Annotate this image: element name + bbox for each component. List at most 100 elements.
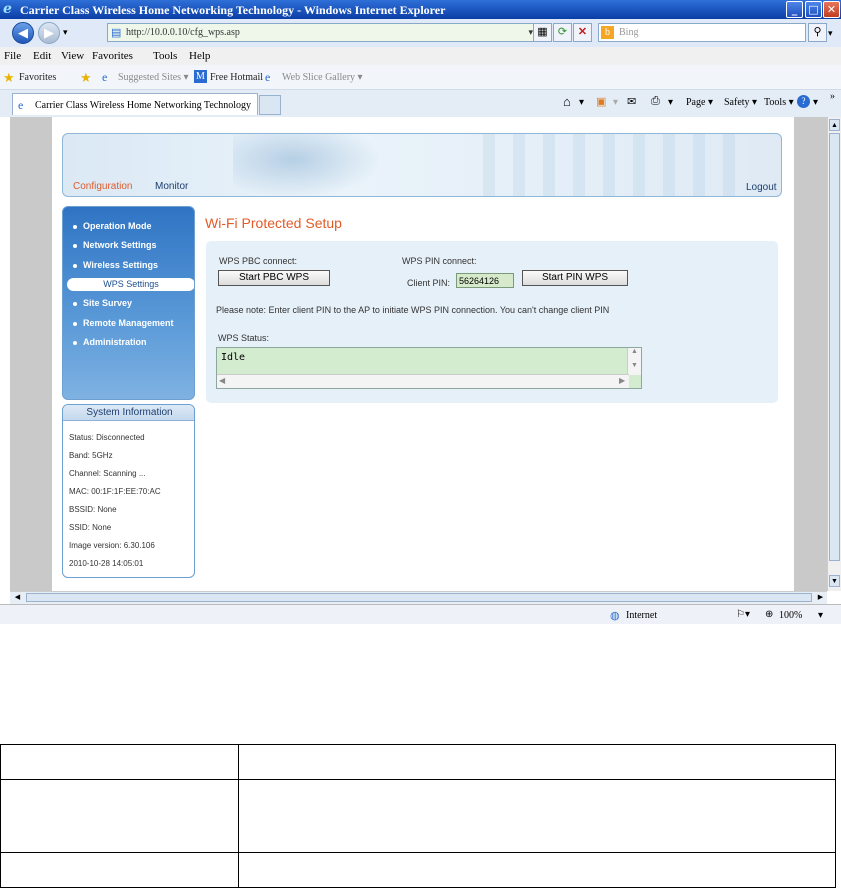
compatibility-view-icon[interactable]: ▦	[533, 23, 552, 42]
page-icon: ▤	[111, 27, 122, 39]
sidebar-item-site-survey[interactable]: Site Survey	[73, 298, 132, 308]
chevron-more-icon[interactable]: »	[830, 91, 835, 102]
status-horizontal-scrollbar[interactable]: ◀ ▶	[217, 374, 629, 388]
ie-page-icon: e	[102, 70, 108, 84]
free-hotmail-link[interactable]: Free Hotmail	[210, 72, 263, 83]
tab-configuration[interactable]: Configuration	[73, 181, 132, 192]
favorites-button[interactable]: Favorites	[19, 72, 56, 83]
client-pin-label: Client PIN:	[407, 278, 451, 288]
horizontal-scrollbar[interactable]: ◀ ▶	[10, 591, 827, 604]
new-tab-button[interactable]	[259, 95, 281, 115]
tab-monitor[interactable]: Monitor	[155, 181, 188, 192]
sidebar-item-wps-settings[interactable]: WPS Settings	[67, 278, 194, 291]
table-cell	[0, 779, 239, 853]
sysinfo-image-version: Image version: 6.30.106	[69, 541, 155, 550]
system-information-panel: System Information Status: Disconnected …	[62, 404, 195, 578]
menu-help[interactable]: Help	[189, 50, 210, 62]
sysinfo-status: Status: Disconnected	[69, 433, 145, 442]
table-cell	[238, 779, 836, 853]
menu-view[interactable]: View	[61, 50, 84, 62]
scroll-right-icon[interactable]: ▶	[619, 376, 625, 385]
banner-building-graphic	[483, 134, 743, 196]
read-mail-icon[interactable]: ✉	[627, 95, 636, 108]
table-cell	[0, 852, 239, 888]
bing-icon: b	[601, 26, 614, 39]
ie-logo-icon: e	[3, 1, 12, 17]
sidebar-item-wireless-settings[interactable]: Wireless Settings	[73, 260, 158, 270]
security-zone: Internet	[626, 610, 658, 621]
back-button[interactable]: ◀	[12, 22, 34, 44]
menu-favorites[interactable]: Favorites	[92, 50, 133, 62]
wps-status-value: Idle	[221, 352, 246, 363]
maximize-button[interactable]: □	[805, 1, 822, 18]
horizontal-scroll-thumb[interactable]	[26, 593, 812, 602]
stop-icon[interactable]: ✕	[573, 23, 592, 42]
address-input[interactable]: ▤ http://10.0.0.10/cfg_wps.asp ▾	[107, 23, 537, 42]
globe-icon: ◍	[610, 610, 620, 622]
ie-page-icon: e	[18, 98, 24, 112]
sidebar-nav: Operation Mode Network Settings Wireless…	[62, 206, 195, 400]
wps-pin-label: WPS PIN connect:	[402, 256, 477, 266]
wps-status-textarea[interactable]: Idle ▲ ▼ ◀ ▶	[216, 347, 642, 389]
zoom-dropdown-icon[interactable]: ▾	[818, 610, 823, 621]
print-dropdown-icon[interactable]: ▾	[668, 97, 673, 108]
page-menu[interactable]: Page ▾	[686, 97, 713, 108]
help-dropdown-icon[interactable]: ▾	[813, 97, 818, 108]
web-slice-gallery-link[interactable]: Web Slice Gallery ▾	[282, 72, 363, 83]
wps-note: Please note: Enter client PIN to the AP …	[216, 305, 610, 315]
menu-edit[interactable]: Edit	[33, 50, 51, 62]
zoom-level[interactable]: 100%	[779, 610, 802, 621]
minimize-button[interactable]: _	[786, 1, 803, 18]
tools-menu[interactable]: Tools ▾	[764, 97, 794, 108]
vertical-scroll-thumb[interactable]	[829, 133, 840, 561]
menu-file[interactable]: File	[4, 50, 21, 62]
tab-bar: e Carrier Class Wireless Home Networking…	[0, 90, 841, 117]
favorites-star-icon: ★	[3, 70, 15, 85]
scroll-left-icon[interactable]: ◀	[12, 592, 23, 603]
document-table	[0, 744, 836, 888]
scroll-down-icon[interactable]: ▼	[829, 575, 840, 587]
sysinfo-channel: Channel: Scanning ...	[69, 469, 146, 478]
sidebar-item-network-settings[interactable]: Network Settings	[73, 240, 157, 250]
sidebar-item-remote-management[interactable]: Remote Management	[73, 318, 174, 328]
sidebar-item-operation-mode[interactable]: Operation Mode	[73, 221, 152, 231]
zoom-icon[interactable]: ⊕	[765, 609, 773, 620]
wps-status-label: WPS Status:	[218, 333, 270, 343]
add-favorite-icon[interactable]: ★	[80, 70, 92, 86]
history-dropdown-icon[interactable]: ▾	[63, 27, 68, 38]
search-options-icon[interactable]: ▾	[828, 28, 833, 39]
logout-link[interactable]: Logout	[746, 182, 777, 193]
home-icon[interactable]: ⌂	[563, 94, 571, 110]
search-icon[interactable]: ⚲	[808, 23, 827, 42]
sysinfo-mac: MAC: 00:1F:1F:EE:70:AC	[69, 487, 161, 496]
menu-bar: File Edit View Favorites Tools Help	[0, 47, 841, 65]
scroll-left-icon[interactable]: ◀	[219, 376, 225, 385]
print-icon[interactable]: ⎙	[651, 95, 660, 108]
scroll-up-icon[interactable]: ▲	[829, 119, 840, 131]
suggested-sites-link[interactable]: Suggested Sites ▾	[118, 72, 189, 83]
forward-button[interactable]: ▶	[38, 22, 60, 44]
safety-menu[interactable]: Safety ▾	[724, 97, 757, 108]
search-input[interactable]: b Bing	[598, 23, 806, 42]
browser-tab-active[interactable]: e Carrier Class Wireless Home Networking…	[12, 93, 258, 115]
close-button[interactable]: ✕	[823, 1, 840, 18]
sysinfo-bssid: BSSID: None	[69, 505, 117, 514]
help-icon[interactable]: ?	[797, 95, 810, 108]
feeds-dropdown-icon[interactable]: ▾	[613, 97, 618, 108]
protected-mode-icon[interactable]: ⚐▾	[736, 609, 750, 620]
client-pin-field[interactable]	[456, 273, 514, 288]
sidebar-item-administration[interactable]: Administration	[73, 337, 147, 347]
status-vertical-scrollbar[interactable]: ▲ ▼	[627, 348, 641, 375]
table-cell	[238, 744, 836, 780]
vertical-scrollbar[interactable]: ▲ ▼	[827, 117, 841, 591]
start-pbc-wps-button[interactable]: Start PBC WPS	[218, 270, 330, 286]
feeds-icon[interactable]: ▣	[596, 95, 606, 108]
table-cell	[0, 744, 239, 780]
address-url: http://10.0.0.10/cfg_wps.asp	[126, 27, 240, 38]
start-pin-wps-button[interactable]: Start PIN WPS	[522, 270, 628, 286]
menu-tools[interactable]: Tools	[153, 50, 177, 62]
refresh-icon[interactable]: ⟳	[553, 23, 572, 42]
scroll-right-icon[interactable]: ▶	[815, 592, 826, 603]
home-dropdown-icon[interactable]: ▾	[579, 97, 584, 108]
address-toolbar: ◀ ▶ ▾ ▤ http://10.0.0.10/cfg_wps.asp ▾ ▦…	[0, 19, 841, 47]
